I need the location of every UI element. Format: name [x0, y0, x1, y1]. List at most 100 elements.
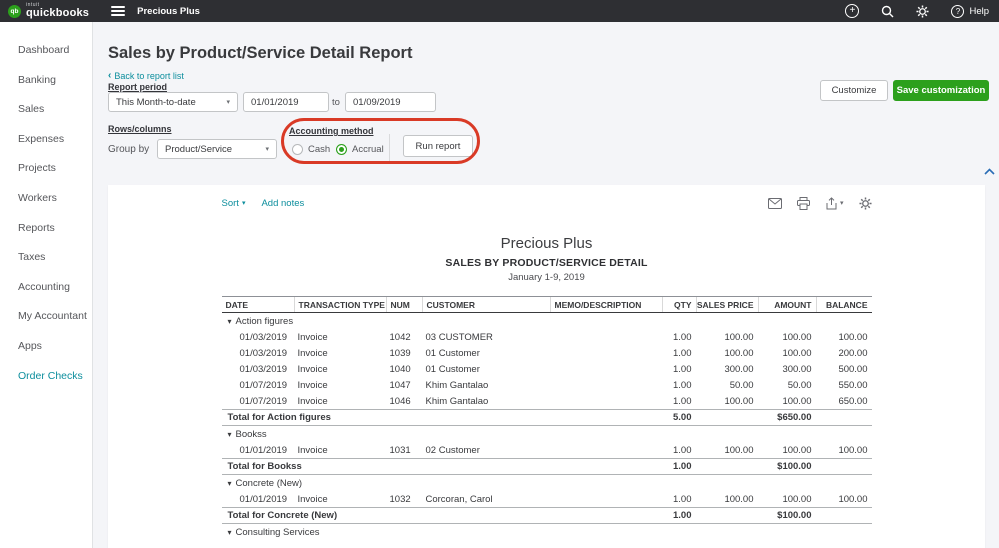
hamburger-menu-icon[interactable] [111, 6, 125, 16]
scroll-up-chevron-icon[interactable] [984, 162, 995, 180]
column-header-memo-description: MEMO/DESCRIPTION [550, 297, 662, 312]
cell: 1031 [386, 445, 422, 456]
report-row[interactable]: 01/07/2019Invoice1046Khim Gantalao1.0010… [222, 393, 872, 409]
cash-radio-circle[interactable] [292, 144, 303, 155]
report-row[interactable]: 01/03/2019Invoice104001 Customer1.00300.… [222, 361, 872, 377]
help-button[interactable]: ? Help [951, 5, 989, 18]
collapse-triangle-icon[interactable]: ▾ [228, 528, 232, 537]
accrual-radio-circle[interactable] [336, 144, 347, 155]
cell: 03 CUSTOMER [422, 332, 550, 343]
vertical-divider [389, 134, 390, 162]
group-header-row[interactable]: ▾Consulting Services [222, 524, 872, 540]
total-label: Total for Action figures [222, 412, 662, 423]
add-notes-link[interactable]: Add notes [261, 198, 304, 209]
report-row[interactable]: 01/01/2019Invoice1032Corcoran, Carol1.00… [222, 491, 872, 507]
cell: 300.00 [696, 364, 758, 375]
report-period-value: This Month-to-date [116, 97, 196, 108]
quickbooks-logo[interactable]: qb intuit quickbooks [8, 3, 89, 19]
sidebar-item-order-checks[interactable]: Order Checks [0, 362, 92, 392]
sidebar-item-banking[interactable]: Banking [0, 66, 92, 96]
sidebar-item-projects[interactable]: Projects [0, 154, 92, 184]
total-amount: $650.00 [758, 412, 816, 423]
cell: 01/03/2019 [222, 364, 294, 375]
cell: 100.00 [696, 348, 758, 359]
to-label: to [332, 97, 340, 108]
sidebar-item-my-accountant[interactable]: My Accountant [0, 302, 92, 332]
save-customization-button[interactable]: Save customization [893, 80, 989, 101]
collapse-triangle-icon[interactable]: ▾ [228, 430, 232, 439]
export-icon[interactable]: ▾ [825, 197, 844, 210]
add-notes-label: Add notes [261, 198, 304, 209]
sidebar-item-workers[interactable]: Workers [0, 184, 92, 214]
column-header-sales-price: SALES PRICE [696, 297, 758, 312]
back-to-report-list-link[interactable]: ‹ Back to report list [108, 70, 184, 81]
report-period-select[interactable]: This Month-to-date ▾ [108, 92, 238, 112]
sidebar-item-expenses[interactable]: Expenses [0, 125, 92, 155]
cell: 650.00 [816, 396, 872, 407]
accrual-radio[interactable]: Accrual [336, 144, 384, 155]
group-header-row[interactable]: ▾Bookss [222, 426, 872, 442]
sidebar-item-dashboard[interactable]: Dashboard [0, 36, 92, 66]
report-table-body: ▾ Action figures 01/03/2019Invoice104203 C… [222, 313, 872, 540]
report-panel: Sort ▾ Add notes ▾ [108, 185, 985, 548]
report-row[interactable]: 01/03/2019Invoice104203 CUSTOMER1.00100.… [222, 329, 872, 345]
report-row[interactable]: 01/07/2019Invoice1047Khim Gantalao1.0050… [222, 377, 872, 393]
email-icon[interactable] [768, 198, 782, 209]
cell: 100.00 [758, 494, 816, 505]
collapse-triangle-icon[interactable]: ▾ [228, 479, 232, 488]
cell: 100.00 [758, 445, 816, 456]
cell: 500.00 [816, 364, 872, 375]
gear-icon[interactable] [916, 5, 929, 18]
cell: 100.00 [696, 396, 758, 407]
search-icon[interactable] [881, 5, 894, 18]
group-by-value: Product/Service [165, 144, 232, 155]
cell: 01/01/2019 [222, 494, 294, 505]
cell: 100.00 [696, 494, 758, 505]
report-settings-gear-icon[interactable] [859, 197, 872, 210]
sidebar-item-taxes[interactable]: Taxes [0, 243, 92, 273]
report-row[interactable]: 01/01/2019Invoice103102 Customer1.00100.… [222, 442, 872, 458]
run-report-button[interactable]: Run report [403, 135, 473, 157]
group-header-row[interactable]: ▾ Action figures [222, 313, 872, 329]
chevron-down-icon: ▾ [226, 98, 230, 106]
sort-dropdown[interactable]: Sort ▾ [222, 198, 246, 209]
cell: Invoice [294, 348, 386, 359]
chevron-down-icon: ▾ [265, 145, 269, 153]
quickbooks-logo-icon: qb [8, 5, 21, 18]
sidebar-item-apps[interactable]: Apps [0, 332, 92, 362]
back-link-label: Back to report list [114, 71, 184, 81]
cell: Invoice [294, 380, 386, 391]
total-amount: $100.00 [758, 461, 816, 472]
cell: 1047 [386, 380, 422, 391]
create-plus-icon[interactable]: + [845, 4, 859, 18]
cash-radio[interactable]: Cash [292, 144, 330, 155]
cell: 100.00 [758, 348, 816, 359]
sidebar-item-sales[interactable]: Sales [0, 95, 92, 125]
report-row[interactable]: 01/03/2019Invoice103901 Customer1.00100.… [222, 345, 872, 361]
group-header-row[interactable]: ▾Concrete (New) [222, 475, 872, 491]
report-table: DATE TRANSACTION TYPE NUM CUSTOMER MEMO/… [222, 296, 872, 540]
date-from-input[interactable] [243, 92, 329, 112]
group-name-cell: ▾Consulting Services [222, 527, 872, 538]
report-period-label: Report period [108, 82, 167, 92]
group-by-select[interactable]: Product/Service ▾ [157, 139, 277, 159]
print-icon[interactable] [797, 197, 810, 210]
cell: Invoice [294, 364, 386, 375]
collapse-triangle-icon[interactable]: ▾ [228, 317, 232, 326]
help-label: Help [969, 6, 989, 17]
total-amount: $100.00 [758, 510, 816, 521]
cell: 01 Customer [422, 348, 550, 359]
sidebar-item-reports[interactable]: Reports [0, 214, 92, 244]
customize-button[interactable]: Customize [820, 80, 888, 101]
cell: Invoice [294, 494, 386, 505]
sidebar-item-accounting[interactable]: Accounting [0, 273, 92, 303]
brand-text: intuit quickbooks [26, 3, 89, 19]
cell: 1046 [386, 396, 422, 407]
total-label: Total for Bookss [222, 461, 662, 472]
group-name: Action figures [236, 316, 294, 327]
cell: 01/03/2019 [222, 332, 294, 343]
cell: 50.00 [696, 380, 758, 391]
company-name: Precious Plus [137, 6, 200, 17]
column-header-transaction-type: TRANSACTION TYPE [294, 297, 386, 312]
date-to-input[interactable] [345, 92, 436, 112]
